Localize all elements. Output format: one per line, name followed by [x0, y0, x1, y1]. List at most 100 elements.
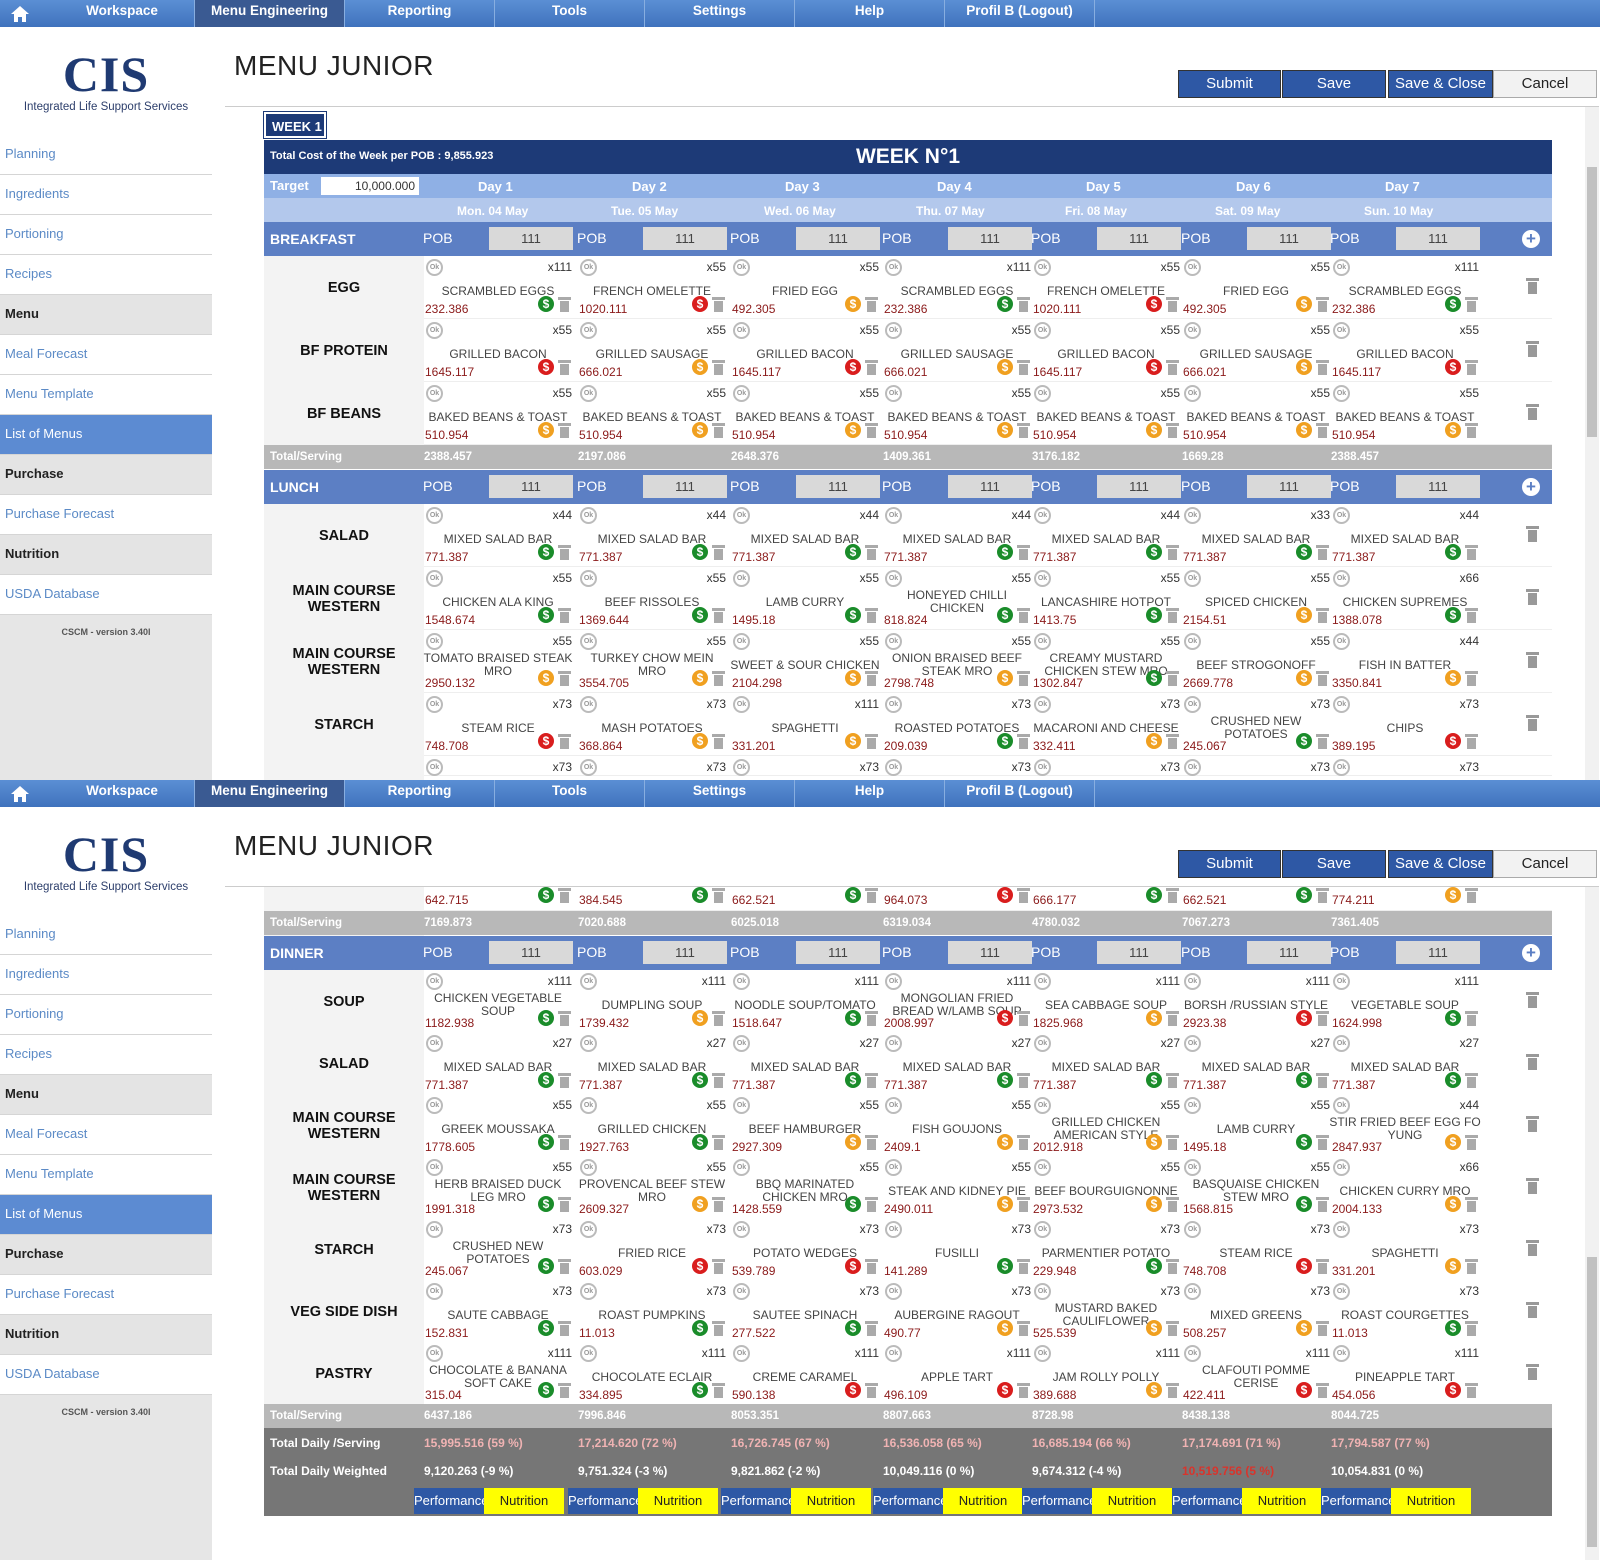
ok-check-icon[interactable]: Ok	[1034, 973, 1051, 990]
ok-check-icon[interactable]: Ok	[1333, 1097, 1350, 1114]
performance-button[interactable]: Performance	[414, 1488, 484, 1514]
ok-check-icon[interactable]: Ok	[1333, 507, 1350, 524]
ok-check-icon[interactable]: Ok	[733, 759, 750, 776]
remove-dish-icon[interactable]	[558, 888, 571, 903]
scrollbar-thumb[interactable]	[1587, 167, 1597, 437]
ok-check-icon[interactable]: Ok	[1184, 1035, 1201, 1052]
cost-status-orange-icon[interactable]: $	[997, 1134, 1013, 1150]
remove-dish-icon[interactable]	[865, 423, 878, 438]
pob-input[interactable]: 111	[1396, 227, 1480, 250]
ok-check-icon[interactable]: Ok	[1034, 1283, 1051, 1300]
ok-check-icon[interactable]: Ok	[1333, 1345, 1350, 1362]
pob-input[interactable]: 111	[948, 941, 1032, 964]
remove-dish-icon[interactable]	[1465, 734, 1478, 749]
remove-dish-icon[interactable]	[558, 734, 571, 749]
cost-status-green-icon[interactable]: $	[845, 1010, 861, 1026]
remove-dish-icon[interactable]	[1465, 1073, 1478, 1088]
ok-check-icon[interactable]: Ok	[733, 570, 750, 587]
save-close-button[interactable]: Save & Close	[1388, 850, 1493, 878]
sidebar-item-menu-template[interactable]: Menu Template	[0, 1155, 212, 1195]
sidebar-item-usda-database[interactable]: USDA Database	[0, 1355, 212, 1395]
remove-dish-icon[interactable]	[1166, 1259, 1179, 1274]
ok-check-icon[interactable]: Ok	[733, 1345, 750, 1362]
remove-dish-icon[interactable]	[1465, 1321, 1478, 1336]
cost-status-green-icon[interactable]: $	[538, 1072, 554, 1088]
remove-dish-icon[interactable]	[865, 1383, 878, 1398]
cost-status-orange-icon[interactable]: $	[692, 733, 708, 749]
cost-status-red-icon[interactable]: $	[1296, 1382, 1312, 1398]
tab-week-1[interactable]: WEEK 1	[263, 111, 327, 139]
ok-check-icon[interactable]: Ok	[733, 322, 750, 339]
cost-status-orange-icon[interactable]: $	[845, 422, 861, 438]
remove-dish-icon[interactable]	[1465, 888, 1478, 903]
remove-dish-icon[interactable]	[865, 1011, 878, 1026]
cost-status-orange-icon[interactable]: $	[1146, 1010, 1162, 1026]
ok-check-icon[interactable]: Ok	[1034, 385, 1051, 402]
ok-check-icon[interactable]: Ok	[885, 1221, 902, 1238]
ok-check-icon[interactable]: Ok	[1333, 633, 1350, 650]
delete-row-icon[interactable]	[1526, 652, 1539, 668]
performance-button[interactable]: Performance	[1022, 1488, 1092, 1514]
ok-check-icon[interactable]: Ok	[1184, 507, 1201, 524]
nav-tools[interactable]: Tools	[495, 780, 645, 807]
cost-status-green-icon[interactable]: $	[692, 1072, 708, 1088]
cost-status-green-icon[interactable]: $	[538, 1134, 554, 1150]
cost-status-red-icon[interactable]: $	[845, 1258, 861, 1274]
ok-check-icon[interactable]: Ok	[1034, 322, 1051, 339]
cost-status-green-icon[interactable]: $	[692, 1320, 708, 1336]
ok-check-icon[interactable]: Ok	[580, 973, 597, 990]
ok-check-icon[interactable]: Ok	[885, 1035, 902, 1052]
cost-status-green-icon[interactable]: $	[1445, 607, 1461, 623]
cost-status-green-icon[interactable]: $	[1296, 733, 1312, 749]
ok-check-icon[interactable]: Ok	[1333, 1159, 1350, 1176]
remove-dish-icon[interactable]	[1465, 1197, 1478, 1212]
cost-status-green-icon[interactable]: $	[845, 1072, 861, 1088]
remove-dish-icon[interactable]	[865, 360, 878, 375]
cost-status-orange-icon[interactable]: $	[1296, 1320, 1312, 1336]
ok-check-icon[interactable]: Ok	[1184, 570, 1201, 587]
remove-dish-icon[interactable]	[558, 297, 571, 312]
ok-check-icon[interactable]: Ok	[1333, 1221, 1350, 1238]
cost-status-red-icon[interactable]: $	[1146, 359, 1162, 375]
ok-check-icon[interactable]: Ok	[426, 1283, 443, 1300]
pob-input[interactable]: 111	[948, 475, 1032, 498]
remove-dish-icon[interactable]	[865, 1259, 878, 1274]
sidebar-item-planning[interactable]: Planning	[0, 135, 212, 175]
cost-status-green-icon[interactable]: $	[1146, 607, 1162, 623]
remove-dish-icon[interactable]	[865, 671, 878, 686]
ok-check-icon[interactable]: Ok	[1184, 696, 1201, 713]
remove-dish-icon[interactable]	[1017, 1321, 1030, 1336]
remove-dish-icon[interactable]	[1465, 545, 1478, 560]
nutrition-button[interactable]: Nutrition	[638, 1488, 718, 1514]
cost-status-green-icon[interactable]: $	[538, 544, 554, 560]
remove-dish-icon[interactable]	[865, 297, 878, 312]
cost-status-orange-icon[interactable]: $	[1296, 607, 1312, 623]
remove-dish-icon[interactable]	[1316, 360, 1329, 375]
ok-check-icon[interactable]: Ok	[1034, 1035, 1051, 1052]
remove-dish-icon[interactable]	[1316, 888, 1329, 903]
remove-dish-icon[interactable]	[558, 1197, 571, 1212]
remove-dish-icon[interactable]	[712, 297, 725, 312]
ok-check-icon[interactable]: Ok	[580, 570, 597, 587]
ok-check-icon[interactable]: Ok	[733, 696, 750, 713]
cost-status-green-icon[interactable]: $	[538, 1382, 554, 1398]
remove-dish-icon[interactable]	[558, 1073, 571, 1088]
remove-dish-icon[interactable]	[1465, 423, 1478, 438]
nav-profil-b-logout[interactable]: Profil B (Logout)	[945, 0, 1095, 27]
cost-status-orange-icon[interactable]: $	[692, 1196, 708, 1212]
ok-check-icon[interactable]: Ok	[733, 1159, 750, 1176]
sidebar-item-ingredients[interactable]: Ingredients	[0, 175, 212, 215]
nav-menu-engineering[interactable]: Menu Engineering	[195, 780, 345, 807]
add-row-icon[interactable]: +	[1522, 478, 1540, 496]
remove-dish-icon[interactable]	[1465, 1011, 1478, 1026]
ok-check-icon[interactable]: Ok	[426, 1221, 443, 1238]
cost-status-orange-icon[interactable]: $	[1146, 1196, 1162, 1212]
ok-check-icon[interactable]: Ok	[426, 633, 443, 650]
cost-status-red-icon[interactable]: $	[1445, 1382, 1461, 1398]
remove-dish-icon[interactable]	[1017, 608, 1030, 623]
remove-dish-icon[interactable]	[1166, 734, 1179, 749]
cost-status-red-icon[interactable]: $	[997, 1010, 1013, 1026]
add-row-icon[interactable]: +	[1522, 230, 1540, 248]
nav-profil-b-logout[interactable]: Profil B (Logout)	[945, 780, 1095, 807]
ok-check-icon[interactable]: Ok	[1034, 1345, 1051, 1362]
